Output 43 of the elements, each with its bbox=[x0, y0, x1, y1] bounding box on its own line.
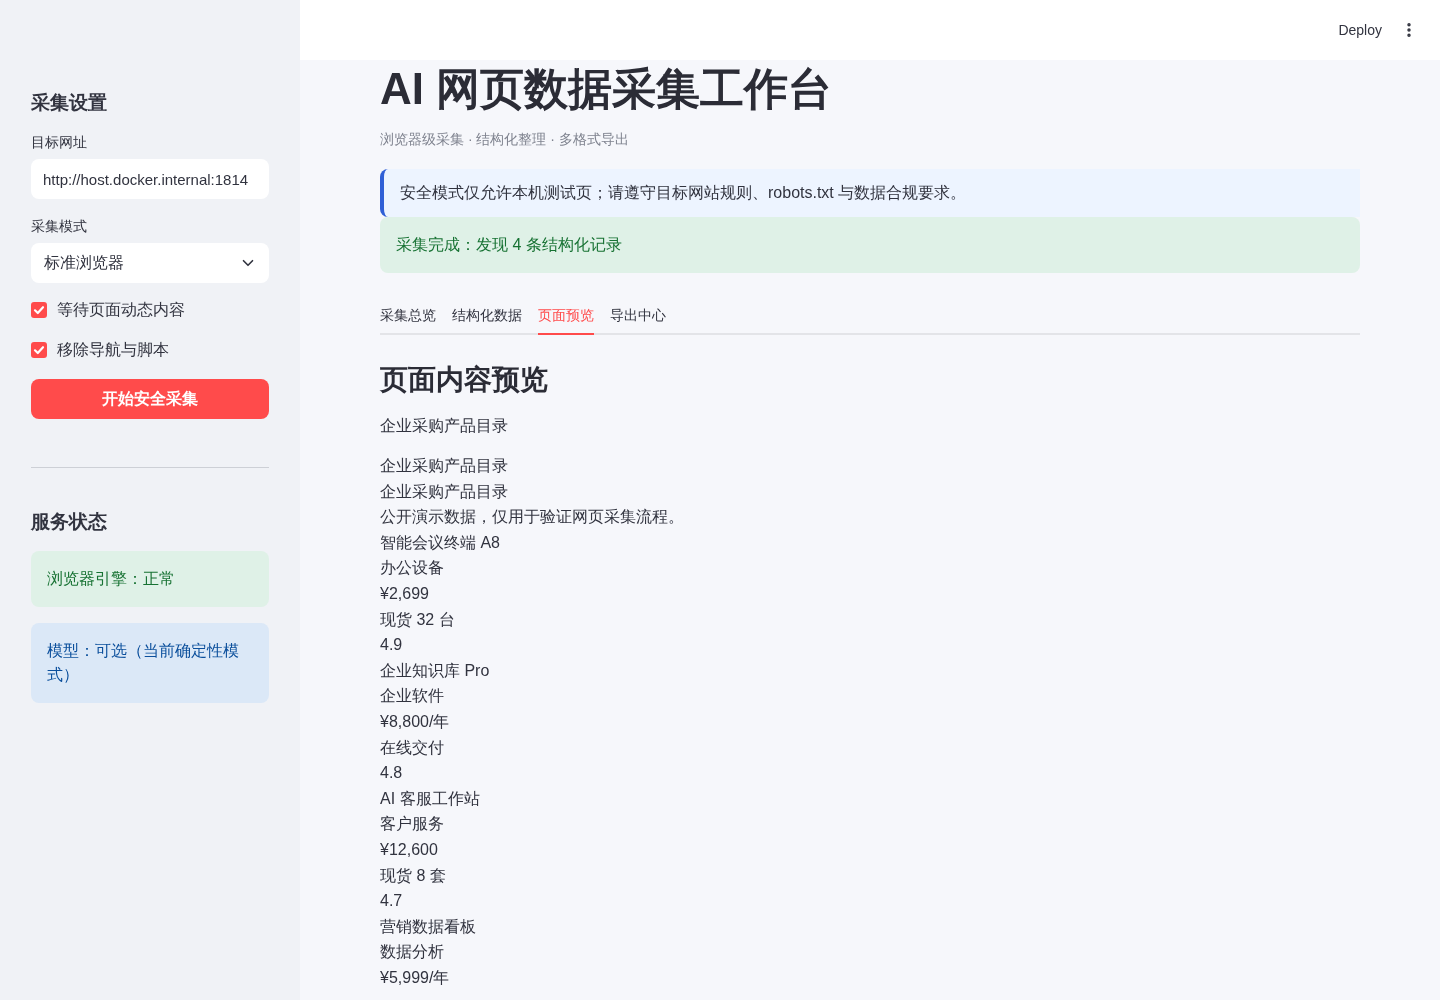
field-label: 采集模式 bbox=[31, 217, 88, 236]
section-heading: 页面内容预览 bbox=[380, 363, 549, 397]
sidebar-heading: 服务状态 bbox=[31, 510, 108, 534]
field-label: 目标网址 bbox=[31, 133, 88, 152]
preview-line: 办公设备 bbox=[380, 558, 444, 579]
deploy-button[interactable]: Deploy bbox=[1338, 19, 1382, 41]
preview-line: 现货 32 台 bbox=[380, 609, 455, 630]
preview-line: ¥12,600 bbox=[380, 839, 438, 860]
preview-line: 客户服务 bbox=[380, 814, 444, 835]
preview-line: 4.9 bbox=[380, 635, 403, 656]
preview-line: AI 客服工作站 bbox=[380, 788, 480, 809]
success-alert: 采集完成：发现 4 条结构化记录 bbox=[380, 217, 1360, 273]
page-title: AI 网页数据采集工作台 bbox=[380, 63, 834, 115]
preview-text: 企业采购产品目录 bbox=[380, 416, 509, 436]
mode-select[interactable]: 标准浏览器 bbox=[31, 243, 269, 283]
tab[interactable]: 采集总览 bbox=[380, 297, 436, 335]
preview-line: 公开演示数据，仅用于验证网页采集流程。 bbox=[380, 507, 684, 528]
preview-line: 企业采购产品目录 bbox=[380, 481, 508, 502]
checkbox-label: 移除导航与脚本 bbox=[57, 340, 169, 360]
checkbox[interactable] bbox=[31, 342, 47, 358]
notice-alert: 安全模式仅允许本机测试页；请遵守目标网站规则、robots.txt 与数据合规要求。 bbox=[380, 169, 1360, 217]
checkbox-label: 等待页面动态内容 bbox=[57, 300, 185, 320]
preview-line: 在线交付 bbox=[380, 737, 444, 758]
preview-line: ¥2,699 bbox=[380, 583, 429, 604]
preview-line: 企业知识库 Pro bbox=[380, 660, 490, 681]
checkbox[interactable] bbox=[31, 302, 47, 318]
tab[interactable]: 导出中心 bbox=[610, 297, 666, 335]
preview-line: 智能会议终端 A8 bbox=[380, 532, 500, 553]
preview-line: ¥5,999/年 bbox=[380, 967, 450, 988]
info-alert: 模型：可选（当前确定性模式） bbox=[31, 623, 269, 703]
page-subtitle: 浏览器级采集 · 结构化整理 · 多格式导出 bbox=[380, 130, 630, 149]
preview-line: 现货 8 套 bbox=[380, 865, 446, 886]
tab[interactable]: 结构化数据 bbox=[452, 297, 522, 335]
preview-line: 4.8 bbox=[380, 763, 403, 784]
sidebar-heading: 采集设置 bbox=[31, 91, 108, 115]
preview-line: 数据分析 bbox=[380, 942, 444, 963]
preview-line: ¥8,800/年 bbox=[380, 711, 450, 732]
success-alert: 浏览器引擎：正常 bbox=[31, 551, 269, 607]
url-input[interactable]: http://host.docker.internal:1814 bbox=[31, 159, 269, 199]
preview-line: 企业软件 bbox=[380, 686, 444, 707]
preview-line: 4.7 bbox=[380, 891, 403, 912]
preview-line: 企业采购产品目录 bbox=[380, 456, 508, 476]
preview-line: 营销数据看板 bbox=[380, 916, 476, 937]
